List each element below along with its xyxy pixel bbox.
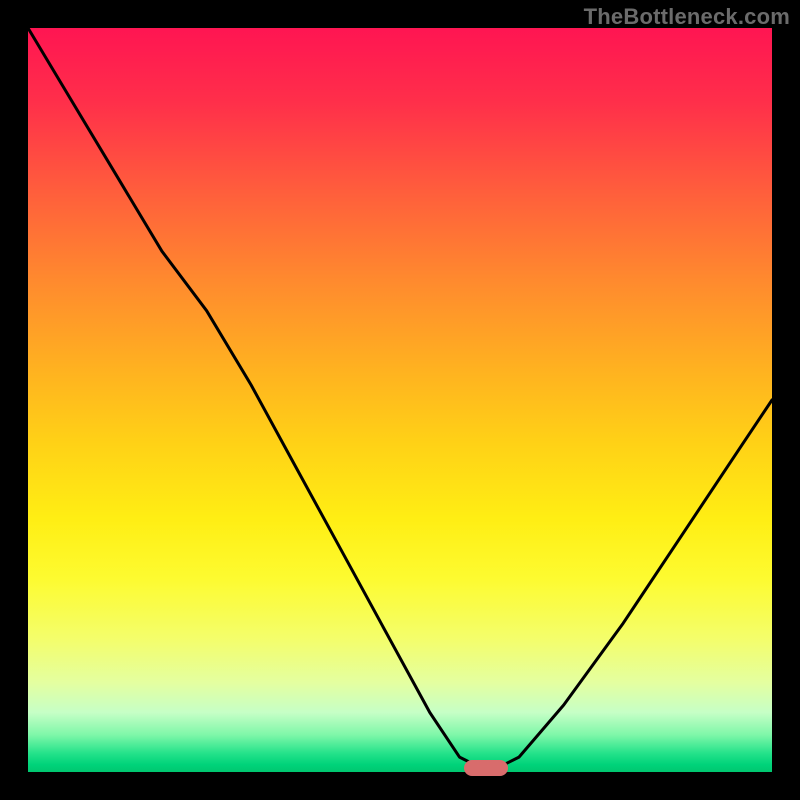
optimal-marker [464, 760, 508, 776]
bottleneck-curve [28, 28, 772, 772]
curve-path [28, 28, 772, 772]
watermark-text: TheBottleneck.com [584, 4, 790, 30]
chart-plot-area [28, 28, 772, 772]
chart-frame: TheBottleneck.com [0, 0, 800, 800]
